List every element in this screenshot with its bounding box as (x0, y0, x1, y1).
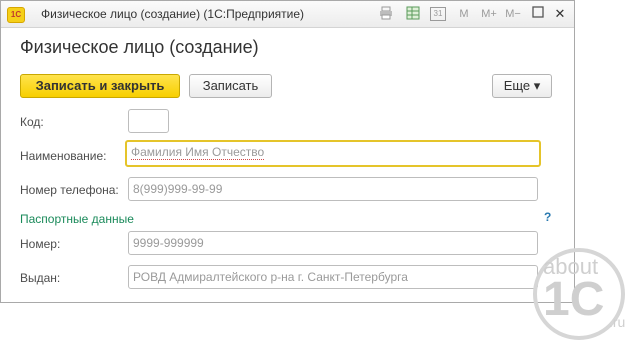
more-menu-button[interactable]: Еще ▾ (492, 74, 552, 98)
app-logo-icon[interactable]: 1С (7, 7, 25, 23)
table-icon[interactable] (406, 6, 420, 22)
issued-by-label: Выдан: (20, 271, 61, 285)
page-title: Физическое лицо (создание) (20, 37, 259, 57)
name-field[interactable]: Фамилия Имя Отчество (125, 140, 541, 167)
printer-icon[interactable] (379, 6, 393, 22)
maximize-icon[interactable] (531, 6, 545, 22)
name-placeholder: Фамилия Имя Отчество (131, 145, 265, 160)
watermark-text-ru: .ru (609, 314, 626, 330)
passport-section-title: Паспортные данные (20, 212, 134, 226)
issued-by-field[interactable]: РОВД Адмиралтейского р-на г. Санкт-Петер… (128, 265, 538, 289)
about1c-watermark-logo: about 1C .ru (533, 248, 633, 348)
watermark-text-1c: 1C (543, 273, 605, 326)
memory-minus-icon[interactable]: M− (503, 6, 523, 22)
phone-field[interactable]: 8(999)999-99-99 (128, 177, 538, 201)
passport-number-label: Номер: (20, 237, 61, 251)
phone-label: Номер телефона: (20, 183, 119, 197)
close-icon[interactable]: ✕ (553, 6, 567, 22)
calendar-icon[interactable]: 31 (430, 7, 446, 21)
title-bar: 1С Физическое лицо (создание) (1С:Предпр… (1, 1, 574, 28)
memory-plus-icon[interactable]: M+ (479, 6, 499, 22)
passport-number-field[interactable]: 9999-999999 (128, 231, 538, 255)
memory-icon[interactable]: M (458, 6, 470, 22)
save-button[interactable]: Записать (189, 74, 272, 98)
help-icon[interactable]: ? (544, 210, 551, 224)
window-title: Физическое лицо (создание) (1С:Предприят… (41, 7, 305, 21)
save-and-close-button[interactable]: Записать и закрыть (20, 74, 180, 98)
form-window: 1С Физическое лицо (создание) (1С:Предпр… (0, 0, 575, 303)
name-label: Наименование: (20, 149, 107, 163)
code-label: Код: (20, 115, 44, 129)
code-field[interactable] (128, 109, 169, 133)
